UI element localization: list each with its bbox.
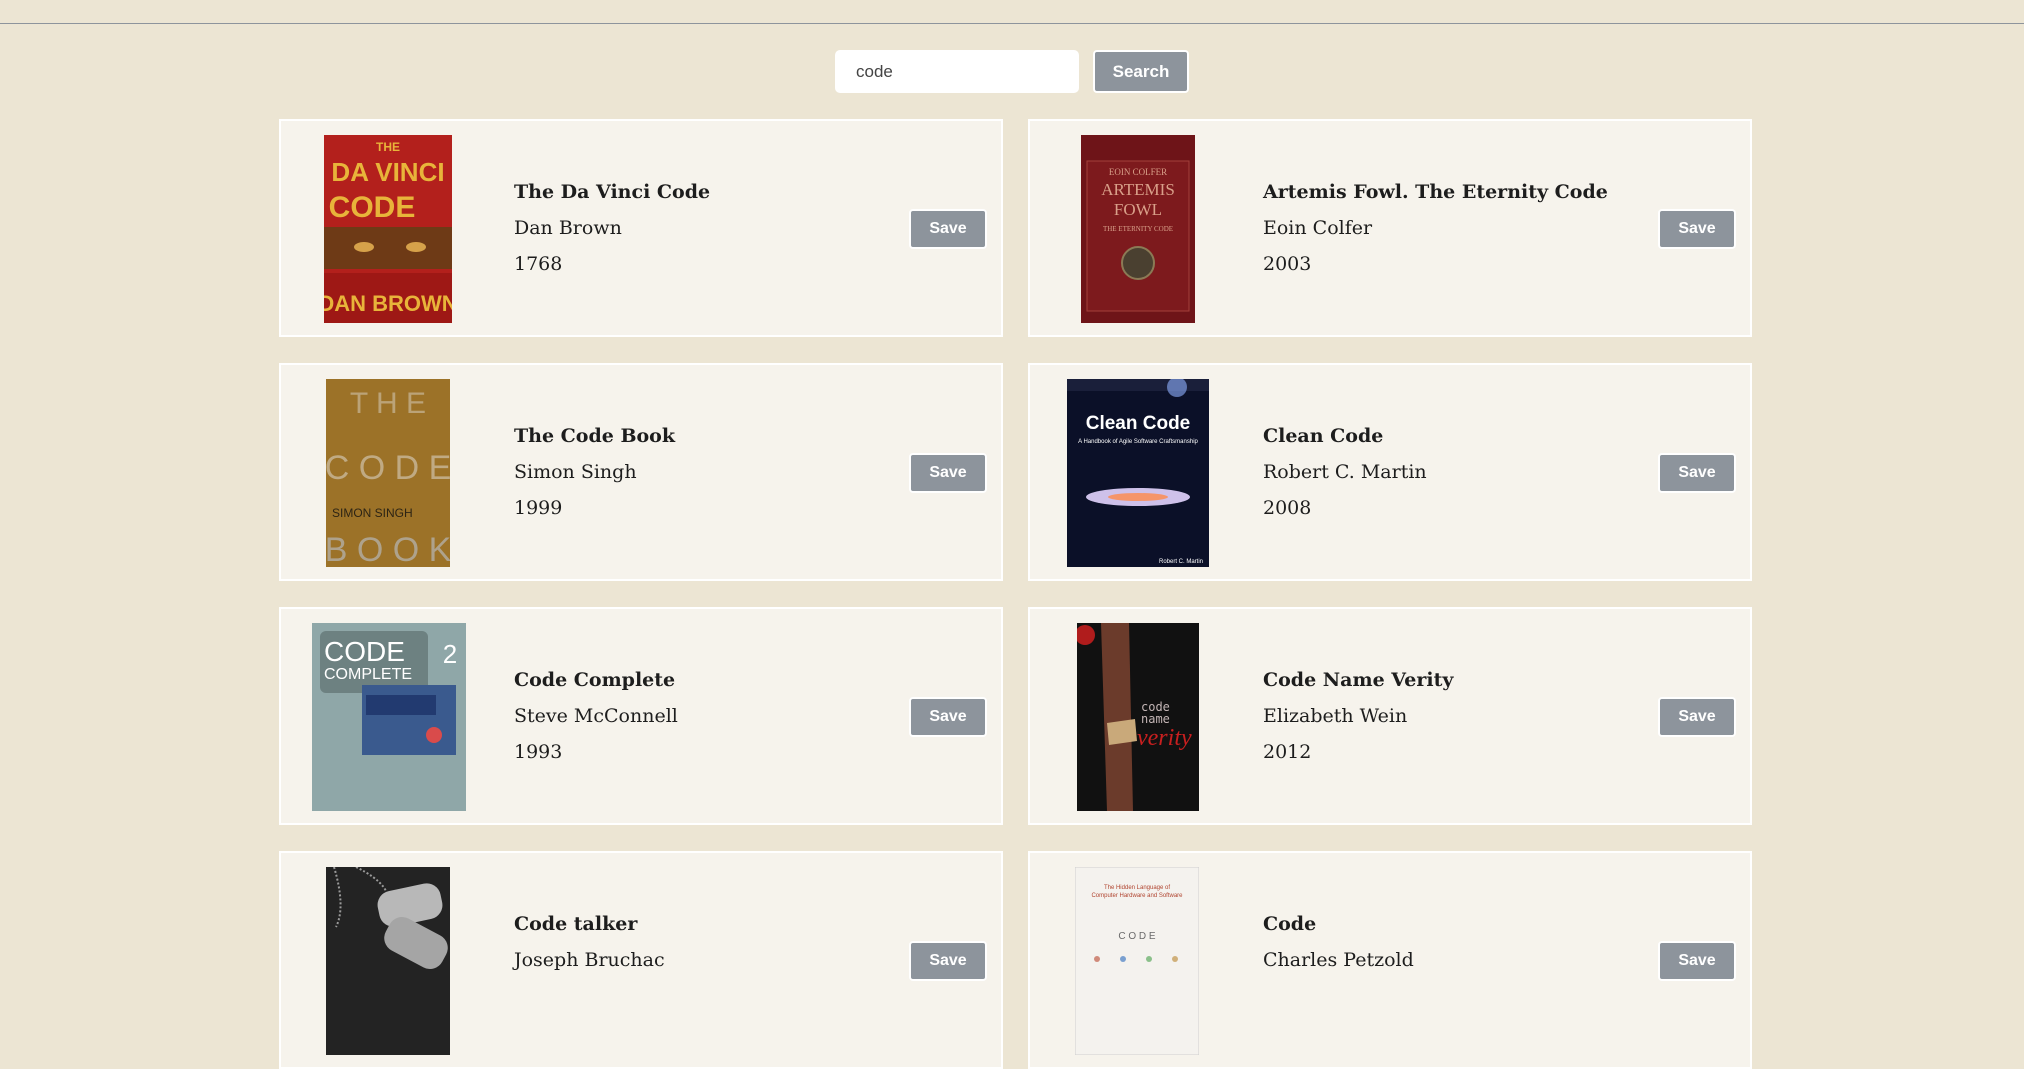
book-author: Charles Petzold xyxy=(1263,949,1414,971)
save-button[interactable]: Save xyxy=(909,941,987,981)
book-author: Robert C. Martin xyxy=(1263,461,1427,483)
save-button[interactable]: Save xyxy=(909,209,987,249)
book-year: 2008 xyxy=(1263,497,1312,519)
cover-text: Clean Code xyxy=(1086,413,1191,434)
book-title: Code talker xyxy=(514,913,638,935)
cover-text: DA VINCI xyxy=(331,157,444,187)
book-info: The Code Book Simon Singh 1999 xyxy=(514,425,675,533)
book-cover-image: THE DA VINCI CODE DAN BROWN xyxy=(324,135,452,323)
cover-text: ARTEMIS xyxy=(1101,180,1175,199)
book-year: 1999 xyxy=(514,497,563,519)
search-input[interactable] xyxy=(835,50,1079,93)
cover-text: The Hidden Language of xyxy=(1104,885,1170,891)
save-button[interactable]: Save xyxy=(1658,209,1736,249)
cover-text: T H E xyxy=(350,387,426,420)
book-cover-image: Clean Code A Handbook of Agile Software … xyxy=(1067,379,1209,567)
cover-text: C O D E xyxy=(1118,931,1156,942)
book-card: EOIN COLFER ARTEMIS FOWL THE ETERNITY CO… xyxy=(1028,119,1752,337)
cover-text: SIMON SINGH xyxy=(332,506,413,520)
cover-text: EOIN COLFER xyxy=(1109,167,1167,177)
cover-text: Computer Hardware and Software xyxy=(1091,893,1183,899)
cover-text: B O O K xyxy=(326,531,450,567)
book-title: Code xyxy=(1263,913,1317,935)
book-card: Clean Code A Handbook of Agile Software … xyxy=(1028,363,1752,581)
book-card: The Hidden Language of Computer Hardware… xyxy=(1028,851,1752,1069)
save-button[interactable]: Save xyxy=(1658,941,1736,981)
book-cover-image: code name verity xyxy=(1077,623,1199,811)
book-year: 1768 xyxy=(514,253,563,275)
book-card: T H E C O D E SIMON SINGH B O O K The Co… xyxy=(279,363,1003,581)
search-button[interactable]: Search xyxy=(1093,50,1189,93)
cover-text: THE xyxy=(376,140,400,154)
book-year: 2012 xyxy=(1263,741,1312,763)
book-info: Code Complete Steve McConnell 1993 xyxy=(514,669,678,777)
save-button[interactable]: Save xyxy=(1658,697,1736,737)
cover-text: Robert C. Martin xyxy=(1159,559,1203,565)
book-info: Artemis Fowl. The Eternity Code Eoin Col… xyxy=(1263,181,1608,289)
book-author: Dan Brown xyxy=(514,217,622,239)
book-cover-image: The Hidden Language of Computer Hardware… xyxy=(1075,867,1199,1055)
book-info: Code Charles Petzold xyxy=(1263,913,1414,985)
cover-text: CODE xyxy=(324,636,405,667)
book-card: CODE COMPLETE 2 Code Complete Steve McCo… xyxy=(279,607,1003,825)
cover-text: 2 xyxy=(443,639,457,669)
book-cover-image xyxy=(326,867,450,1055)
book-card: code name verity Code Name Verity Elizab… xyxy=(1028,607,1752,825)
book-title: Artemis Fowl. The Eternity Code xyxy=(1263,181,1608,203)
search-bar: Search xyxy=(0,50,2024,93)
save-button[interactable]: Save xyxy=(1658,453,1736,493)
book-title: The Code Book xyxy=(514,425,676,447)
book-cover-image: CODE COMPLETE 2 xyxy=(312,623,466,811)
book-author: Joseph Bruchac xyxy=(514,949,665,971)
book-title: Code Complete xyxy=(514,669,676,691)
book-year: 2003 xyxy=(1263,253,1312,275)
top-divider xyxy=(0,0,2024,24)
cover-text: C O D E xyxy=(326,449,450,487)
cover-text: CODE xyxy=(329,191,416,224)
book-results-grid: THE DA VINCI CODE DAN BROWN The Da Vinci… xyxy=(279,119,1752,1069)
save-button[interactable]: Save xyxy=(909,453,987,493)
save-button[interactable]: Save xyxy=(909,697,987,737)
cover-text: verity xyxy=(1137,725,1192,751)
cover-text: DAN BROWN xyxy=(324,291,452,316)
book-cover-image: EOIN COLFER ARTEMIS FOWL THE ETERNITY CO… xyxy=(1081,135,1195,323)
book-card: THE DA VINCI CODE DAN BROWN The Da Vinci… xyxy=(279,119,1003,337)
cover-text: COMPLETE xyxy=(324,666,412,683)
cover-text: FOWL xyxy=(1114,200,1162,219)
book-author: Simon Singh xyxy=(514,461,637,483)
book-author: Eoin Colfer xyxy=(1263,217,1373,239)
book-title: Code Name Verity xyxy=(1263,669,1454,691)
book-info: The Da Vinci Code Dan Brown 1768 xyxy=(514,181,710,289)
cover-text: A Handbook of Agile Software Craftsmansh… xyxy=(1078,439,1198,445)
book-author: Elizabeth Wein xyxy=(1263,705,1408,727)
book-title: Clean Code xyxy=(1263,425,1384,447)
book-cover-image: T H E C O D E SIMON SINGH B O O K xyxy=(326,379,450,567)
book-title: The Da Vinci Code xyxy=(514,181,711,203)
cover-text: THE ETERNITY CODE xyxy=(1103,225,1173,233)
book-info: Code Name Verity Elizabeth Wein 2012 xyxy=(1263,669,1453,777)
book-card: Code talker Joseph Bruchac Save xyxy=(279,851,1003,1069)
book-author: Steve McConnell xyxy=(514,705,678,727)
book-info: Code talker Joseph Bruchac xyxy=(514,913,665,985)
book-year: 1993 xyxy=(514,741,563,763)
book-info: Clean Code Robert C. Martin 2008 xyxy=(1263,425,1427,533)
cover-text: name xyxy=(1141,712,1170,726)
